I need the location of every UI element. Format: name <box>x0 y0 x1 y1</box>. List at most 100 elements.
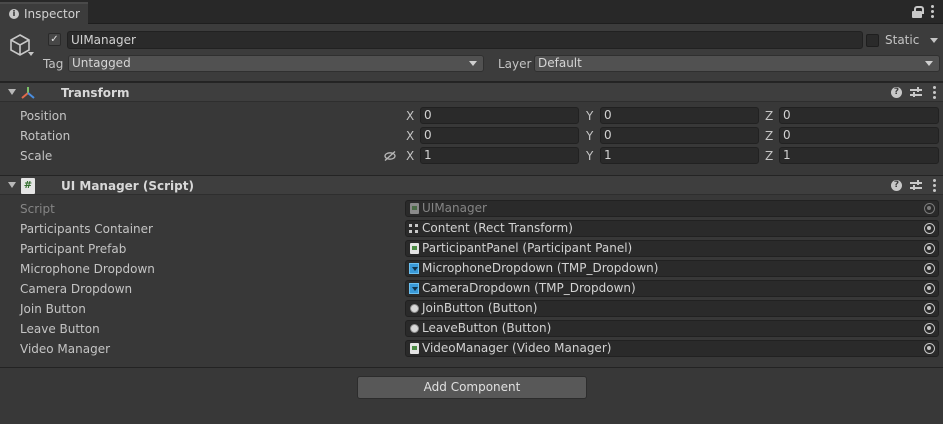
tag-dropdown[interactable]: Untagged <box>68 55 484 72</box>
leave-button-label: Leave Button <box>20 322 100 336</box>
join-button-field[interactable]: JoinButton (Button) <box>405 300 939 317</box>
object-picker-icon[interactable] <box>924 223 935 234</box>
object-picker-icon[interactable] <box>924 243 935 254</box>
icon-selector-arrow-icon[interactable] <box>28 52 34 56</box>
gameobject-name-field[interactable]: UIManager <box>67 31 863 49</box>
join-button-value: JoinButton (Button) <box>422 301 538 315</box>
camera-dropdown-label: Camera Dropdown <box>20 282 133 296</box>
dropdown-icon <box>409 263 419 274</box>
help-icon[interactable]: ? <box>891 87 902 98</box>
script-asset-icon <box>409 203 419 214</box>
position-x-label[interactable]: X <box>406 109 414 123</box>
position-z-label[interactable]: Z <box>765 109 773 123</box>
video-manager-value: VideoManager (Video Manager) <box>422 341 612 355</box>
script-field: UIManager <box>405 200 939 217</box>
microphone-dropdown-label: Microphone Dropdown <box>20 262 155 276</box>
static-options-arrow-icon[interactable] <box>930 38 938 43</box>
object-picker-icon <box>924 203 935 214</box>
component-menu-icon[interactable] <box>930 179 939 192</box>
transform-title: Transform <box>61 86 130 100</box>
object-picker-icon[interactable] <box>924 263 935 274</box>
script-asset-icon <box>409 243 419 254</box>
active-toggle[interactable]: ✓ <box>48 33 61 46</box>
object-picker-icon[interactable] <box>924 303 935 314</box>
static-checkbox[interactable] <box>866 33 879 47</box>
rotation-x-field[interactable]: 0 <box>420 127 579 144</box>
leave-button-field[interactable]: LeaveButton (Button) <box>405 320 939 337</box>
leave-button-value: LeaveButton (Button) <box>422 321 552 335</box>
participants-container-value: Content (Rect Transform) <box>422 221 573 235</box>
add-component-button[interactable]: Add Component <box>357 376 587 399</box>
scale-y-label[interactable]: Y <box>586 149 593 163</box>
participant-prefab-field[interactable]: ParticipantPanel (Participant Panel) <box>405 240 939 257</box>
position-y-label[interactable]: Y <box>586 109 593 123</box>
camera-dropdown-field[interactable]: CameraDropdown (TMP_Dropdown) <box>405 280 939 297</box>
script-asset-icon <box>409 343 419 354</box>
chevron-down-icon <box>925 61 933 66</box>
layer-dropdown[interactable]: Default <box>534 55 940 72</box>
static-label: Static <box>885 33 920 47</box>
button-icon <box>409 303 419 314</box>
rotation-y-field[interactable]: 0 <box>600 127 759 144</box>
chevron-down-icon <box>469 61 477 66</box>
scale-x-field[interactable]: 1 <box>420 147 579 164</box>
layer-dropdown-value: Default <box>538 56 582 70</box>
object-picker-icon[interactable] <box>924 343 935 354</box>
transform-header[interactable]: Transform ? <box>0 82 943 102</box>
object-picker-icon[interactable] <box>924 283 935 294</box>
script-label: Script <box>20 202 55 216</box>
rect-transform-icon <box>409 223 419 234</box>
position-z-field[interactable]: 0 <box>779 107 939 124</box>
position-y-field[interactable]: 0 <box>600 107 759 124</box>
participants-container-field[interactable]: Content (Rect Transform) <box>405 220 939 237</box>
position-label: Position <box>20 109 67 123</box>
tag-label: Tag <box>43 57 64 71</box>
rotation-z-field[interactable]: 0 <box>779 127 939 144</box>
presets-icon[interactable] <box>910 180 922 191</box>
help-icon[interactable]: ? <box>891 180 902 191</box>
microphone-dropdown-value: MicrophoneDropdown (TMP_Dropdown) <box>422 261 659 275</box>
presets-icon[interactable] <box>910 87 922 98</box>
scale-y-field[interactable]: 1 <box>600 147 759 164</box>
foldout-arrow-icon[interactable] <box>8 182 16 188</box>
tab-menu-icon[interactable] <box>928 5 937 18</box>
join-button-label: Join Button <box>20 302 86 316</box>
foldout-arrow-icon[interactable] <box>8 89 16 95</box>
video-manager-label: Video Manager <box>20 342 111 356</box>
rotation-z-label[interactable]: Z <box>765 129 773 143</box>
tab-inspector[interactable]: i Inspector <box>0 2 88 24</box>
component-menu-icon[interactable] <box>930 86 939 99</box>
ui-manager-title: UI Manager (Script) <box>61 179 194 193</box>
rotation-label: Rotation <box>20 129 71 143</box>
button-icon <box>409 323 419 334</box>
microphone-dropdown-field[interactable]: MicrophoneDropdown (TMP_Dropdown) <box>405 260 939 277</box>
gameobject-header: ✓ UIManager Static <box>0 24 943 82</box>
info-icon: i <box>9 9 19 19</box>
layer-label: Layer <box>498 57 532 71</box>
participant-prefab-label: Participant Prefab <box>20 242 127 256</box>
constrain-proportions-unlinked-icon[interactable] <box>384 151 396 161</box>
position-x-field[interactable]: 0 <box>420 107 579 124</box>
scale-z-label[interactable]: Z <box>765 149 773 163</box>
transform-icon <box>21 87 35 99</box>
video-manager-field[interactable]: VideoManager (Video Manager) <box>405 340 939 357</box>
rotation-y-label[interactable]: Y <box>586 129 593 143</box>
component-separator <box>0 367 943 368</box>
rotation-x-label[interactable]: X <box>406 129 414 143</box>
dropdown-icon <box>409 283 419 294</box>
tag-dropdown-value: Untagged <box>72 56 131 70</box>
object-picker-icon[interactable] <box>924 323 935 334</box>
scale-label: Scale <box>20 149 53 163</box>
static-toggle-group: Static <box>866 33 919 47</box>
ui-manager-script-header[interactable]: # UI Manager (Script) ? <box>0 175 943 195</box>
scale-x-label[interactable]: X <box>406 149 414 163</box>
tab-bar: i Inspector <box>0 0 943 24</box>
lock-icon[interactable] <box>912 5 924 18</box>
csharp-script-icon: # <box>21 178 35 194</box>
scale-z-field[interactable]: 1 <box>779 147 939 164</box>
participants-container-label: Participants Container <box>20 222 153 236</box>
script-field-value: UIManager <box>422 201 487 215</box>
participant-prefab-value: ParticipantPanel (Participant Panel) <box>422 241 633 255</box>
tab-inspector-label: Inspector <box>24 7 80 21</box>
camera-dropdown-value: CameraDropdown (TMP_Dropdown) <box>422 281 636 295</box>
